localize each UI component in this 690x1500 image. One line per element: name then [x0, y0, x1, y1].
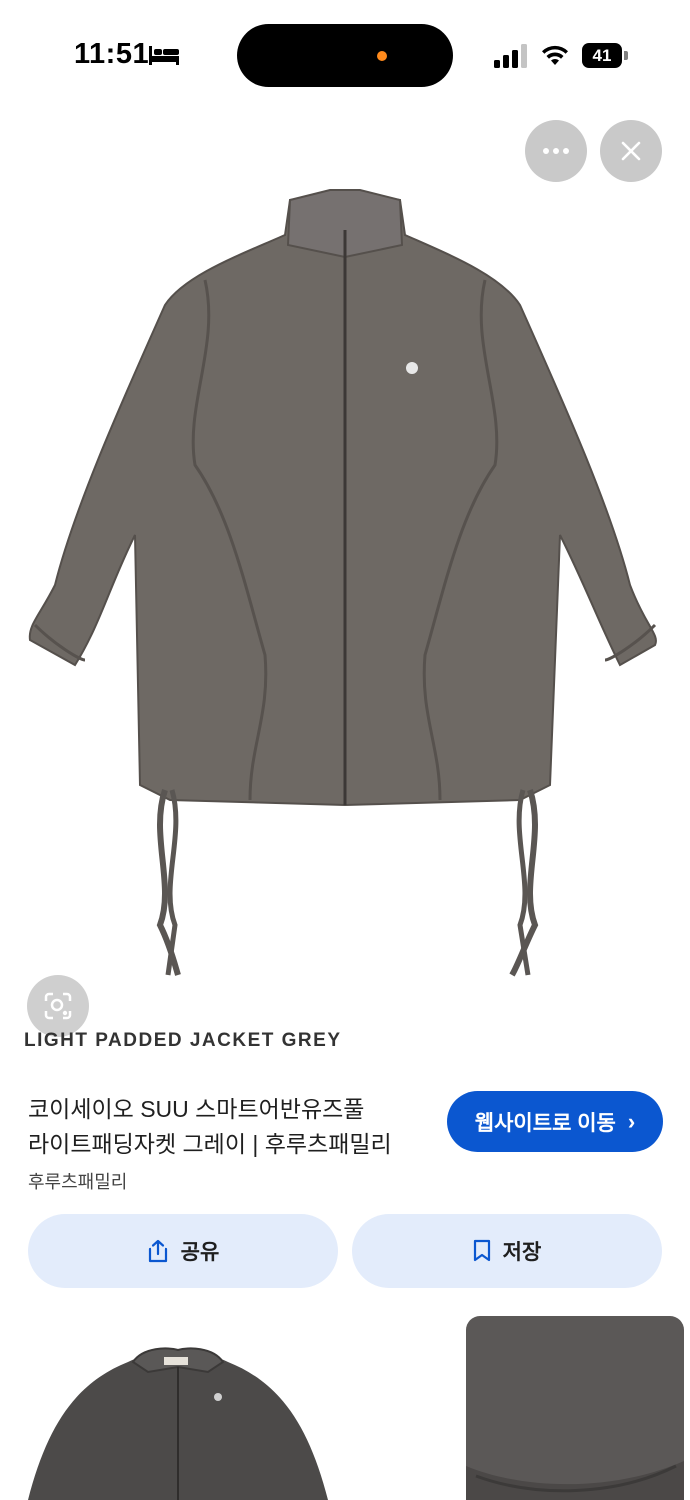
battery-icon: 41: [582, 43, 628, 68]
related-result-thumbnail-2[interactable]: [466, 1316, 684, 1500]
result-source: 후루츠패밀리: [28, 1172, 128, 1192]
more-horizontal-icon: [543, 148, 569, 154]
result-title-line-1: 코이세이오 SUU 스마트어반유즈풀: [28, 1096, 365, 1122]
image-caption: LIGHT PADDED JACKET GREY: [24, 1030, 342, 1051]
lens-search-icon: [44, 992, 72, 1020]
jacket-thumbnail-image: [28, 1347, 328, 1500]
result-title-line-2: 라이트패딩자켓 그레이 | 후루츠패밀리: [28, 1131, 392, 1157]
more-options-button[interactable]: [525, 120, 587, 182]
share-button[interactable]: 공유: [28, 1214, 338, 1288]
save-label: 저장: [502, 1241, 542, 1264]
share-label: 공유: [180, 1241, 220, 1264]
close-button[interactable]: [600, 120, 662, 182]
product-image[interactable]: [0, 185, 690, 1065]
close-icon: [621, 141, 641, 161]
chevron-right-icon: ›: [627, 1108, 636, 1134]
jacket-illustration: [28, 189, 657, 977]
save-button[interactable]: 저장: [352, 1214, 662, 1288]
privacy-indicator-dot: [377, 51, 387, 61]
jacket-detail-thumbnail-image: [466, 1316, 684, 1500]
bookmark-icon: [473, 1239, 490, 1262]
result-title[interactable]: 코이세이오 SUU 스마트어반유즈풀 라이트패딩자켓 그레이 | 후루츠패밀리: [28, 1092, 448, 1162]
share-icon: [148, 1239, 167, 1263]
battery-level: 41: [592, 46, 612, 65]
wifi-icon: [542, 45, 568, 65]
lens-search-button[interactable]: [27, 975, 89, 1037]
visit-website-button[interactable]: 웹사이트로 이동 ›: [447, 1091, 663, 1152]
bed-icon: [149, 46, 179, 65]
visit-website-label: 웹사이트로 이동: [474, 1111, 616, 1135]
status-bar: 11:51 41: [0, 0, 690, 110]
signal-icon: [494, 44, 527, 68]
related-result-thumbnail-1[interactable]: [28, 1322, 328, 1500]
dynamic-island: [237, 24, 453, 87]
status-time: 11:51: [74, 38, 150, 70]
